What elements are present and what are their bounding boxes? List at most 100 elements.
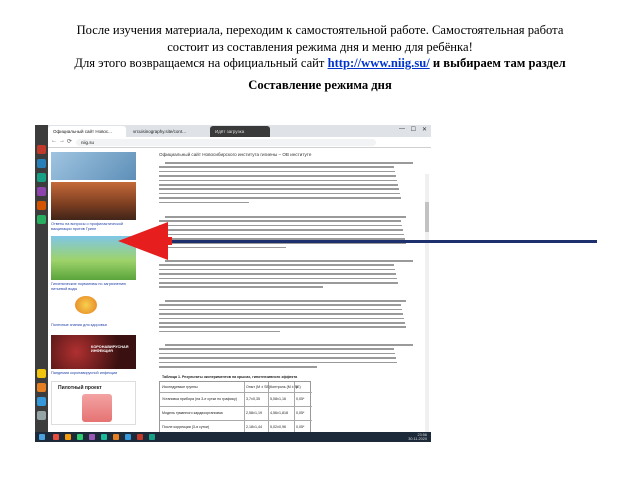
reload-icon[interactable]: ⟳ [67,138,72,145]
app-icon[interactable] [37,201,46,210]
sidebar-link-vaccine[interactable]: Ответы на вопросы о профилактической вак… [51,222,136,231]
app-icon[interactable] [37,173,46,182]
instruction-line-3-after: и выбираем там раздел [432,56,566,70]
pilot-project-image [82,394,112,422]
top-banner-image[interactable] [51,152,136,180]
tab-bar: Официальный сайт Новос... vrcuisinograph… [48,125,431,137]
article-text-line [159,246,286,249]
table-cell: Установка прибора (на 3-е сутки по графи… [162,397,237,401]
covid-banner[interactable]: КОРОНАВИРУСНАЯ ИНФЕКЦИЯ [51,335,136,369]
back-icon[interactable]: ← [51,138,57,144]
article-text-line [159,201,249,204]
table-cell: 5,02±0,96 [270,425,286,429]
sidebar-link-water[interactable]: Гигиенические нормативы по загрязнению п… [51,282,136,291]
browser-screenshot: Официальный сайт Новос... vrcuisinograph… [35,125,431,442]
table-row-divider [160,392,312,393]
clock-date: 30.11.2020 [408,437,427,441]
table-col-divider [294,382,295,434]
clock[interactable]: 23:56 30.11.2020 [408,433,427,441]
main-content: Официальный сайт Новосибирского институт… [143,148,425,434]
app-icon[interactable] [37,145,46,154]
table-cell: Модель гуманного кардиоорганизма [162,411,223,415]
cartoon-children-image[interactable] [51,236,136,280]
url-input[interactable]: niig.su [76,139,376,146]
article-text-line [159,170,395,173]
table-cell: 2,58±1,19 [246,411,262,415]
article-text-line [159,308,402,311]
start-icon[interactable] [39,434,45,440]
instruction-line-1: После изучения материала, переходим к са… [76,23,564,37]
app-icon[interactable] [37,159,46,168]
tab-niig[interactable]: Официальный сайт Новос... [48,126,126,137]
table-cell: 0,05* [296,397,305,401]
article-text-line [165,162,413,164]
sidebar-link-health[interactable]: Полезные знания для здоровья [51,323,136,328]
article-text-line [165,344,413,346]
table-cell: 3,7±0,35 [246,397,260,401]
article-text-line [159,366,317,368]
table-cell: 2,18±1,44 [246,425,262,429]
tab-loading[interactable]: Идёт загрузка [210,126,270,137]
article-text-line [165,260,413,262]
app-icon[interactable] [37,215,46,224]
taskbar-app-icon[interactable] [53,434,59,440]
children-photo[interactable] [51,182,136,220]
article-text-line [159,175,396,177]
article-text-line [159,242,406,244]
page-scrollbar[interactable] [425,174,429,436]
taskbar-app-icon[interactable] [113,434,119,440]
article-text-line [159,268,395,271]
app-icon[interactable] [37,369,46,378]
taskbar-app-icon[interactable] [65,434,71,440]
app-icon[interactable] [37,187,46,196]
pilot-project-title: Пилотный проект [58,385,102,391]
app-icon[interactable] [37,383,46,392]
article-text-line [159,229,403,231]
sidebar-link-covid[interactable]: Пандемия коронавирусной инфекции [51,371,136,376]
forward-icon[interactable]: → [59,138,65,144]
article-text-line [159,304,401,306]
article-text-line [159,352,395,355]
maximize-icon[interactable]: ☐ [411,126,416,133]
article-text-line [159,233,404,236]
healthy-region-logo[interactable] [51,293,136,321]
address-bar: ← → ⟳ niig.su [48,137,431,148]
taskbar-app-icon[interactable] [137,434,143,440]
article-text-line [159,192,400,195]
results-table: Таблица 1. Результаты экспериментов на к… [159,375,312,434]
instruction-line-3: Для этого возвращаемся на официальный са… [0,55,640,72]
page-title: Официальный сайт Новосибирского институт… [159,152,312,157]
article-text-line [159,273,396,275]
taskbar-app-icon[interactable] [125,434,131,440]
site-link[interactable]: http://www.niig.su/ [328,56,430,70]
app-icon[interactable] [37,397,46,406]
minimize-icon[interactable]: — [399,126,405,132]
taskbar-app-icon[interactable] [77,434,83,440]
kids-logo-icon [75,296,97,314]
article-text-line [165,216,406,218]
instruction-line-3-before: Для этого возвращаемся на официальный са… [74,56,325,70]
left-dock [35,125,48,432]
taskbar-app-icon[interactable] [101,434,107,440]
table-header-cell: Исследуемые группы [162,385,198,389]
article-text-line [159,282,398,284]
table-row-divider [160,420,312,421]
table-cell: После коррекции (3-я сутки) [162,425,210,429]
article-text-line [159,184,398,186]
taskbar-app-icon[interactable] [149,434,155,440]
close-icon[interactable]: ✕ [422,126,427,133]
pilot-project-banner[interactable]: Пилотный проект [51,381,136,425]
app-icon[interactable] [37,411,46,420]
scrollbar-thumb[interactable] [425,202,429,232]
taskbar-app-icon[interactable] [89,434,95,440]
table-header-cell: Опыт (M ± SE) [246,385,271,389]
table-cell: 0,05* [296,425,305,429]
article-text-line [159,361,397,364]
table-cell: 0,05* [296,411,305,415]
article-text-line [159,357,396,359]
table-title: Таблица 1. Результаты экспериментов на к… [162,375,298,379]
tab-fourth[interactable] [274,126,304,137]
article-text-line [159,220,401,222]
instruction-line-2: состоит из составления режима дня и меню… [167,39,473,54]
tab-second[interactable]: vrcuisinography.site/cont... [128,126,206,137]
